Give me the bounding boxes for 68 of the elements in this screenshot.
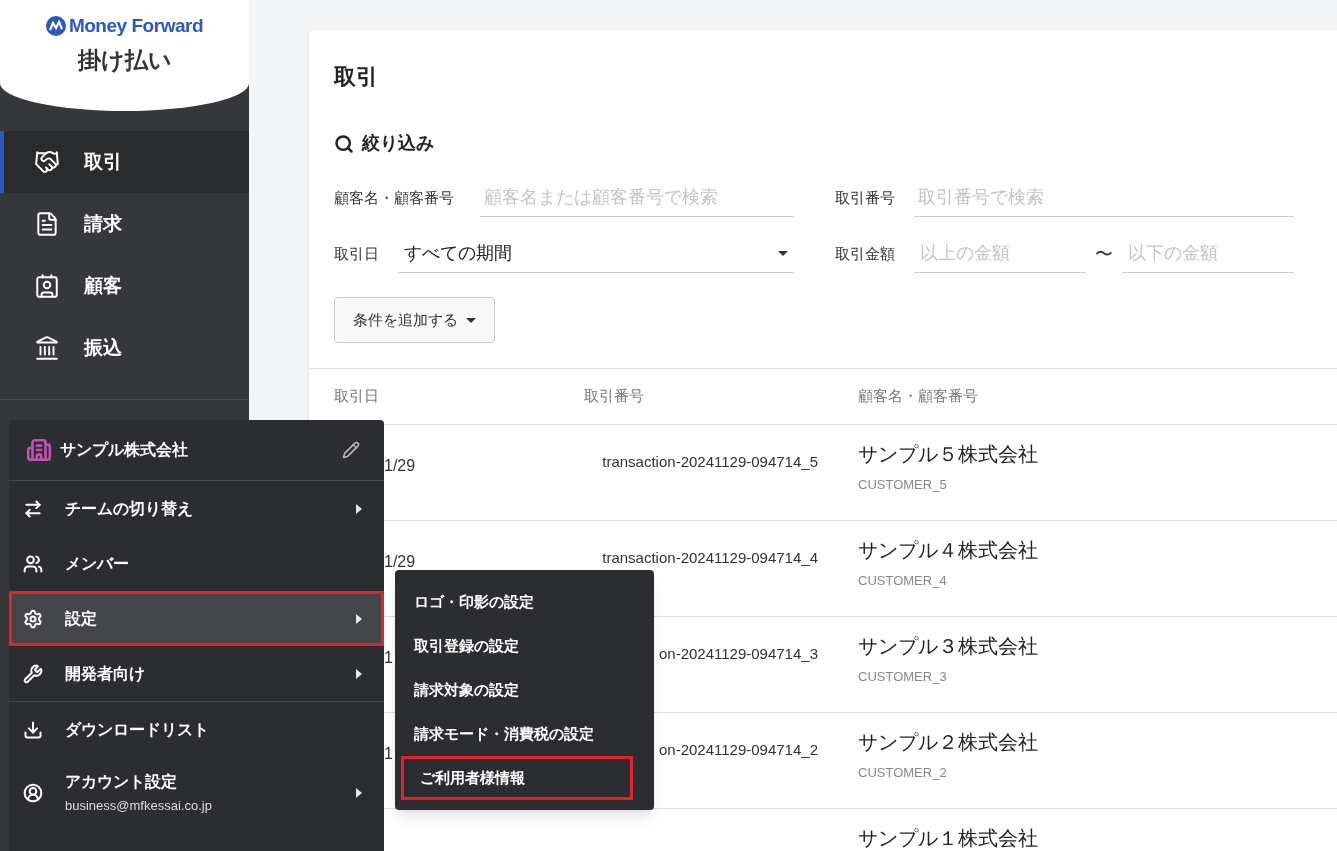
caret-down-icon [778, 251, 788, 256]
menu-item[interactable]: アカウント設定 business@mfkessai.co.jp [9, 757, 384, 829]
table-cell: transaction-20241129-094714_4 [602, 550, 818, 565]
customer-code: CUSTOMER_5 [858, 478, 948, 491]
customer-name: サンプル５株式会社 [858, 444, 1038, 464]
menu-item[interactable]: メンバー [9, 536, 384, 591]
bank-icon [34, 335, 60, 361]
table-cell: transaction-20241129-094714_5 [602, 454, 818, 469]
settings-icon [23, 608, 43, 629]
add-condition-button[interactable]: 条件を追加する [334, 297, 495, 343]
filter-heading: 絞り込み [362, 132, 434, 155]
submenu-item[interactable]: ロゴ・印影の設定 [395, 580, 648, 624]
column-header: 取引番号 [584, 386, 645, 407]
filter-label: 取引日 [334, 243, 380, 264]
table-cell: on-20241129-094714_2 [658, 742, 818, 757]
logo-text: Money Forward [68, 14, 204, 38]
column-header: 顧客名・顧客番号 [858, 386, 978, 407]
wrench-icon [23, 663, 43, 684]
customer-name: サンプル１株式会社 [858, 828, 1038, 848]
table-cell: 1 [384, 745, 393, 762]
building-icon [26, 437, 52, 463]
menu-item[interactable]: チームの切り替え [9, 481, 384, 536]
customer-code: CUSTOMER_2 [858, 766, 948, 779]
contact-card-icon [34, 273, 60, 299]
sidebar-item[interactable]: 顧客 [0, 255, 249, 317]
handshake-icon [34, 149, 60, 175]
customer-name: サンプル４株式会社 [858, 540, 1038, 560]
filter-label: 顧客名・顧客番号 [334, 187, 455, 208]
caret-down-icon [466, 317, 476, 323]
submenu-item[interactable]: 取引登録の設定 [395, 624, 648, 668]
date-range-select[interactable]: すべての期間 [398, 235, 794, 273]
download-icon [23, 719, 43, 740]
submenu-item[interactable]: 請求対象の設定 [395, 668, 648, 712]
table-cell: 1/29 [384, 457, 416, 474]
menu-item[interactable]: 開発者向け [9, 646, 384, 701]
page-title: 取引 [334, 63, 379, 88]
logo-icon [45, 16, 66, 37]
customer-code: CUSTOMER_4 [858, 574, 948, 587]
company-name: サンプル株式会社 [60, 440, 189, 460]
max-amount-field[interactable]: 以下の金額 [1122, 235, 1294, 273]
sidebar-item[interactable]: 請求 [0, 193, 249, 255]
user-circle-icon [23, 783, 43, 803]
table-cell: 1 [384, 649, 393, 666]
product-name: 掛け払い [77, 45, 172, 75]
menu-item[interactable]: 設定 [9, 591, 384, 646]
sidebar-item[interactable]: 取引 [0, 131, 249, 193]
table-cell: 1/29 [384, 553, 416, 570]
column-header: 取引日 [334, 386, 380, 407]
filter-label: 取引番号 [835, 187, 896, 208]
filter-label: 取引金額 [835, 243, 896, 264]
people-icon [23, 553, 43, 574]
customer-search-field[interactable]: 顧客名または顧客番号で検索 [480, 179, 794, 217]
customer-name: サンプル３株式会社 [858, 636, 1038, 656]
min-amount-field[interactable]: 以上の金額 [914, 235, 1086, 273]
customer-code: CUSTOMER_3 [858, 670, 948, 683]
account-email: business@mfkessai.co.jp [65, 797, 213, 816]
switch-arrows-icon [23, 498, 43, 519]
edit-icon[interactable] [342, 441, 360, 459]
transaction-number-search-field[interactable]: 取引番号で検索 [914, 179, 1294, 217]
sidebar-item[interactable]: 振込 [0, 317, 249, 379]
table-cell: on-20241129-094714_3 [658, 646, 818, 661]
customer-name: サンプル２株式会社 [858, 732, 1038, 752]
submenu-item[interactable]: ご利用者様情報 [401, 756, 633, 800]
range-separator: 〜 [1094, 242, 1114, 266]
document-icon [34, 211, 60, 237]
submenu-item[interactable]: 請求モード・消費税の設定 [395, 712, 648, 756]
menu-item[interactable]: ダウンロードリスト [9, 702, 384, 757]
search-icon [334, 133, 354, 154]
